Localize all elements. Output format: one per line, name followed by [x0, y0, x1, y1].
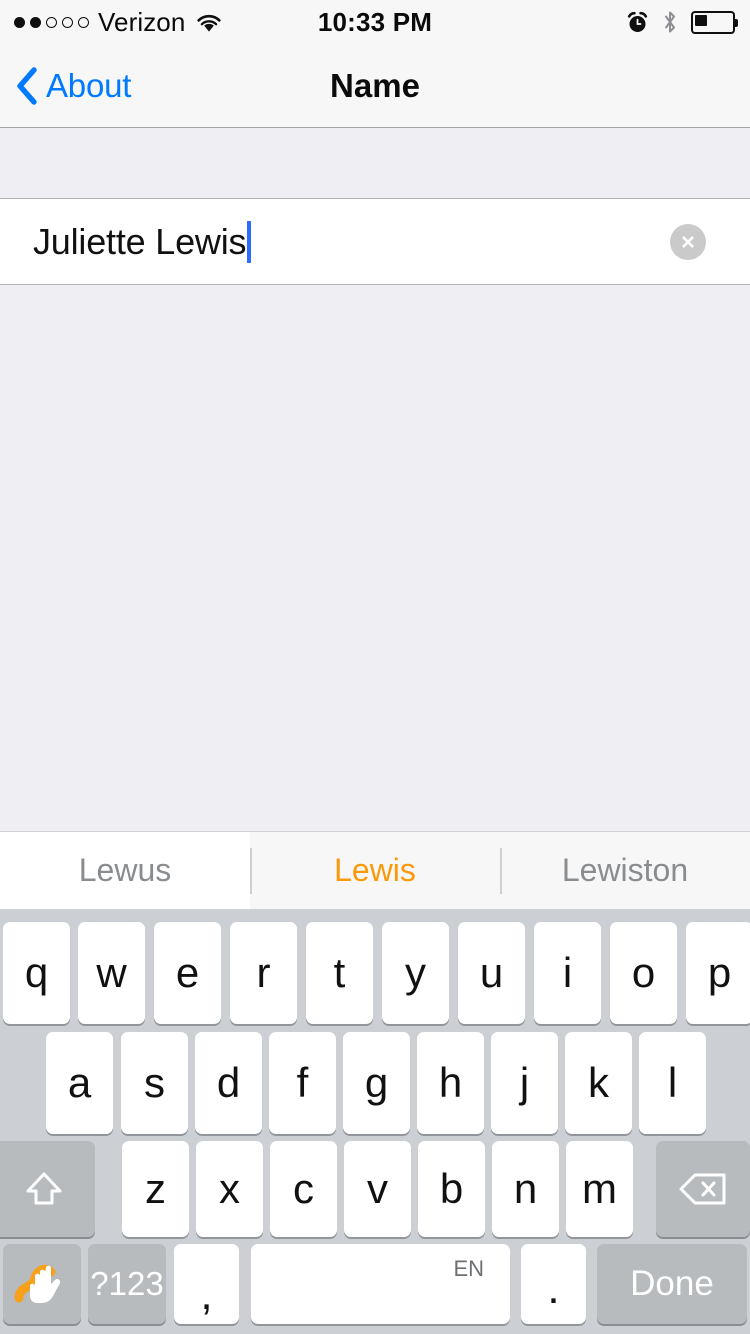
key-h[interactable]: h [417, 1032, 484, 1134]
key-label-x: x [219, 1165, 240, 1212]
key-f[interactable]: f [269, 1032, 336, 1134]
key-o[interactable]: o [610, 922, 677, 1024]
suggestion-item-0[interactable]: Lewus [0, 832, 250, 909]
navigation-bar: About Name [0, 44, 750, 128]
key-x[interactable]: x [196, 1141, 263, 1237]
done-label: Done [630, 1264, 714, 1303]
status-bar: Verizon 10:33 PM [0, 0, 750, 44]
key-u[interactable]: u [458, 922, 525, 1024]
key-label-h: h [438, 1059, 463, 1106]
keyboard-row-4: ?123 , EN . Done [0, 1244, 750, 1324]
key-m[interactable]: m [566, 1141, 633, 1237]
backspace-key[interactable] [656, 1141, 750, 1237]
comma-label: , [200, 1270, 213, 1319]
page-title: Name [330, 67, 420, 104]
keyboard-language-label: EN [453, 1256, 484, 1281]
key-v[interactable]: v [344, 1141, 411, 1237]
key-r[interactable]: r [230, 922, 297, 1024]
suggestion-label-0: Lewus [78, 852, 172, 888]
key-i[interactable]: i [534, 922, 601, 1024]
key-label-i: i [562, 949, 573, 996]
suggestion-divider-1 [250, 848, 252, 894]
shift-key[interactable] [0, 1141, 95, 1237]
backspace-icon [678, 1171, 728, 1207]
key-label-s: s [144, 1059, 165, 1106]
key-z[interactable]: z [122, 1141, 189, 1237]
key-label-u: u [479, 949, 504, 996]
key-label-o: o [631, 949, 656, 996]
clear-text-button[interactable] [670, 223, 706, 260]
autocorrect-suggestion-bar: Lewus Lewis Lewiston [0, 831, 750, 909]
name-field-cell[interactable]: Juliette Lewis [0, 199, 750, 285]
key-s[interactable]: s [121, 1032, 188, 1134]
suggestion-item-2[interactable]: Lewiston [500, 832, 750, 909]
numeric-mode-key[interactable]: ?123 [88, 1244, 166, 1324]
swype-gesture-icon [13, 1256, 71, 1312]
keyboard-row-2: a s d f g h j k l [0, 1032, 750, 1134]
on-screen-keyboard: q w e r t y u i o p a s d f g h j k l z … [0, 909, 750, 1334]
key-label-v: v [367, 1165, 388, 1212]
key-label-f: f [296, 1059, 309, 1106]
key-t[interactable]: t [306, 922, 373, 1024]
key-a[interactable]: a [46, 1032, 113, 1134]
key-n[interactable]: n [492, 1141, 559, 1237]
done-key[interactable]: Done [597, 1244, 747, 1324]
key-label-m: m [582, 1165, 617, 1212]
key-q[interactable]: q [3, 922, 70, 1024]
key-label-z: z [145, 1165, 166, 1212]
keyboard-row-1: q w e r t y u i o p [0, 922, 750, 1024]
key-label-a: a [67, 1059, 92, 1106]
key-label-q: q [24, 949, 49, 996]
name-input-value[interactable]: Juliette Lewis [33, 223, 247, 260]
key-e[interactable]: e [154, 922, 221, 1024]
numeric-mode-label: ?123 [90, 1265, 164, 1302]
key-label-r: r [256, 949, 271, 996]
key-k[interactable]: k [565, 1032, 632, 1134]
period-label: . [547, 1264, 560, 1313]
key-g[interactable]: g [343, 1032, 410, 1134]
key-label-l: l [667, 1059, 678, 1106]
key-p[interactable]: p [686, 922, 750, 1024]
key-label-b: b [439, 1165, 464, 1212]
key-b[interactable]: b [418, 1141, 485, 1237]
key-y[interactable]: y [382, 922, 449, 1024]
key-l[interactable]: l [639, 1032, 706, 1134]
name-input-wrap[interactable]: Juliette Lewis [33, 220, 252, 263]
battery-icon [691, 10, 738, 34]
table-section-header [0, 128, 750, 199]
key-label-w: w [96, 949, 127, 996]
key-j[interactable]: j [491, 1032, 558, 1134]
key-label-t: t [333, 949, 346, 996]
key-w[interactable]: w [78, 922, 145, 1024]
period-key[interactable]: . [521, 1244, 586, 1324]
clear-circle-icon [682, 236, 694, 247]
key-label-k: k [588, 1059, 609, 1106]
key-c[interactable]: c [270, 1141, 337, 1237]
battery-nub [735, 18, 738, 27]
key-label-n: n [513, 1165, 538, 1212]
keyboard-row-3: z x c v b n m [0, 1141, 750, 1237]
status-clock: 10:33 PM [317, 6, 433, 37]
space-key[interactable]: EN [251, 1244, 510, 1324]
battery-fill [695, 14, 707, 26]
alarm-clock-icon [626, 11, 649, 34]
suggestion-divider-2 [500, 848, 502, 894]
key-label-j: j [519, 1059, 530, 1106]
suggestion-label-1: Lewis [334, 852, 416, 888]
key-d[interactable]: d [195, 1032, 262, 1134]
swype-gesture-key[interactable] [3, 1244, 81, 1324]
key-label-e: e [175, 949, 200, 996]
comma-key[interactable]: , [174, 1244, 239, 1324]
key-label-p: p [707, 949, 732, 996]
bluetooth-icon [662, 10, 678, 34]
suggestion-item-1[interactable]: Lewis [250, 832, 500, 909]
key-label-y: y [405, 949, 426, 996]
text-caret [247, 220, 252, 263]
key-label-g: g [364, 1059, 389, 1106]
shift-arrow-icon [22, 1167, 66, 1211]
key-label-c: c [293, 1165, 314, 1212]
status-bar-right [626, 0, 738, 44]
key-label-d: d [216, 1059, 241, 1106]
suggestion-label-2: Lewiston [561, 852, 689, 888]
